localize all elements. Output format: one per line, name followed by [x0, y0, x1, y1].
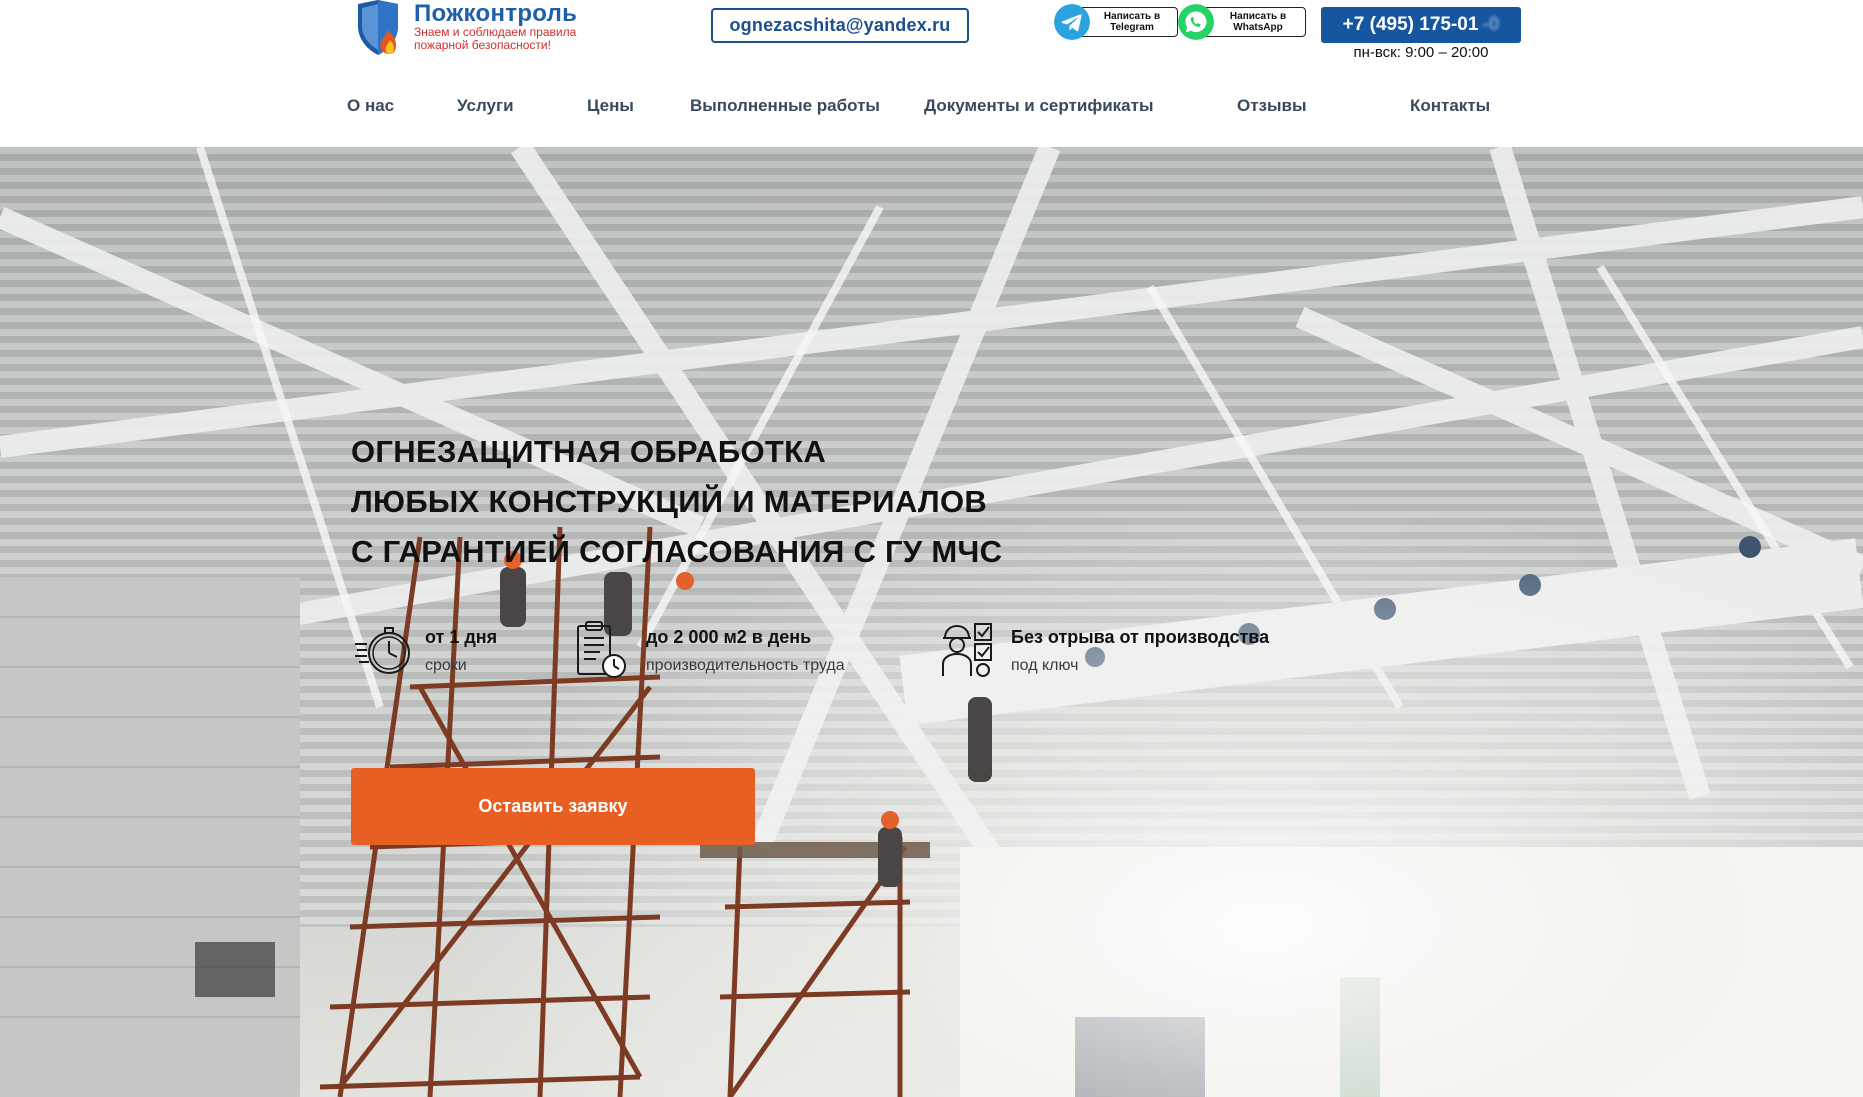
telegram-button[interactable]: Написать в Telegram: [1054, 3, 1178, 40]
submit-request-button[interactable]: Оставить заявку: [351, 768, 755, 845]
feature-subtitle: производительность труда: [646, 657, 845, 674]
shield-flame-icon: [358, 0, 398, 55]
nav-item-contacts[interactable]: Контакты: [1410, 96, 1490, 116]
feature-title: от 1 дня: [425, 627, 498, 647]
whatsapp-button[interactable]: Написать в WhatsApp: [1178, 3, 1306, 40]
phone-button[interactable]: +7 (495) 175-01 -0: [1321, 7, 1521, 43]
nav-item-documents[interactable]: Документы и сертификаты: [924, 96, 1153, 116]
feature-subtitle: сроки: [425, 657, 467, 674]
main-nav: О нас Услуги Цены Выполненные работы Док…: [0, 96, 1863, 120]
telegram-label: Написать в Telegram: [1078, 6, 1178, 37]
site-header: Пожконтроль Знаем и соблюдаем правила по…: [0, 0, 1863, 147]
phone-number-faded: -0: [1482, 14, 1500, 35]
whatsapp-icon: [1178, 3, 1214, 40]
nav-item-about[interactable]: О нас: [347, 96, 394, 116]
feature-title: Без отрыва от производства: [1011, 627, 1270, 647]
nav-item-completed-works[interactable]: Выполненные работы: [690, 96, 880, 116]
feature-item-turnkey: Без отрыва от производства под ключ: [939, 620, 1269, 680]
hero-title: ОГНЕЗАЩИТНАЯ ОБРАБОТКА ЛЮБЫХ КОНСТРУКЦИЙ…: [351, 427, 1002, 577]
stopwatch-icon: [355, 627, 410, 674]
phone-number: +7 (495) 175-01: [1342, 14, 1479, 35]
email-link[interactable]: ognezacshita@yandex.ru: [711, 8, 969, 43]
worker-checklist-icon: [942, 623, 992, 677]
hero-title-line2: ЛЮБЫХ КОНСТРУКЦИЙ И МАТЕРИАЛОВ: [351, 484, 988, 519]
hero-title-line3: С ГАРАНТИЕЙ СОГЛАСОВАНИЯ С ГУ МЧС: [351, 534, 1003, 569]
whatsapp-label: Написать в WhatsApp: [1202, 6, 1306, 37]
nav-item-services[interactable]: Услуги: [457, 96, 514, 116]
feature-title: до 2 000 м2 в день: [646, 627, 812, 647]
logo-name: Пожконтроль: [414, 0, 578, 27]
feature-subtitle: под ключ: [1011, 657, 1079, 674]
clipboard-clock-icon: [577, 621, 626, 678]
feature-item-terms: от 1 дня сроки: [353, 620, 497, 680]
hero-section: ОГНЕЗАЩИТНАЯ ОБРАБОТКА ЛЮБЫХ КОНСТРУКЦИЙ…: [0, 147, 1863, 1097]
nav-item-prices[interactable]: Цены: [587, 96, 634, 116]
nav-item-reviews[interactable]: Отзывы: [1237, 96, 1307, 116]
logo[interactable]: Пожконтроль Знаем и соблюдаем правила по…: [352, 0, 577, 56]
feature-item-productivity: до 2 000 м2 в день производительность тр…: [574, 620, 845, 680]
hero-title-line1: ОГНЕЗАЩИТНАЯ ОБРАБОТКА: [351, 434, 827, 469]
working-hours: пн-вск: 9:00 – 20:00: [1353, 44, 1489, 61]
logo-slogan-line2: пожарной безопасности!: [414, 38, 551, 52]
hero-background-photo: [0, 147, 1863, 1097]
telegram-icon: [1054, 3, 1090, 40]
